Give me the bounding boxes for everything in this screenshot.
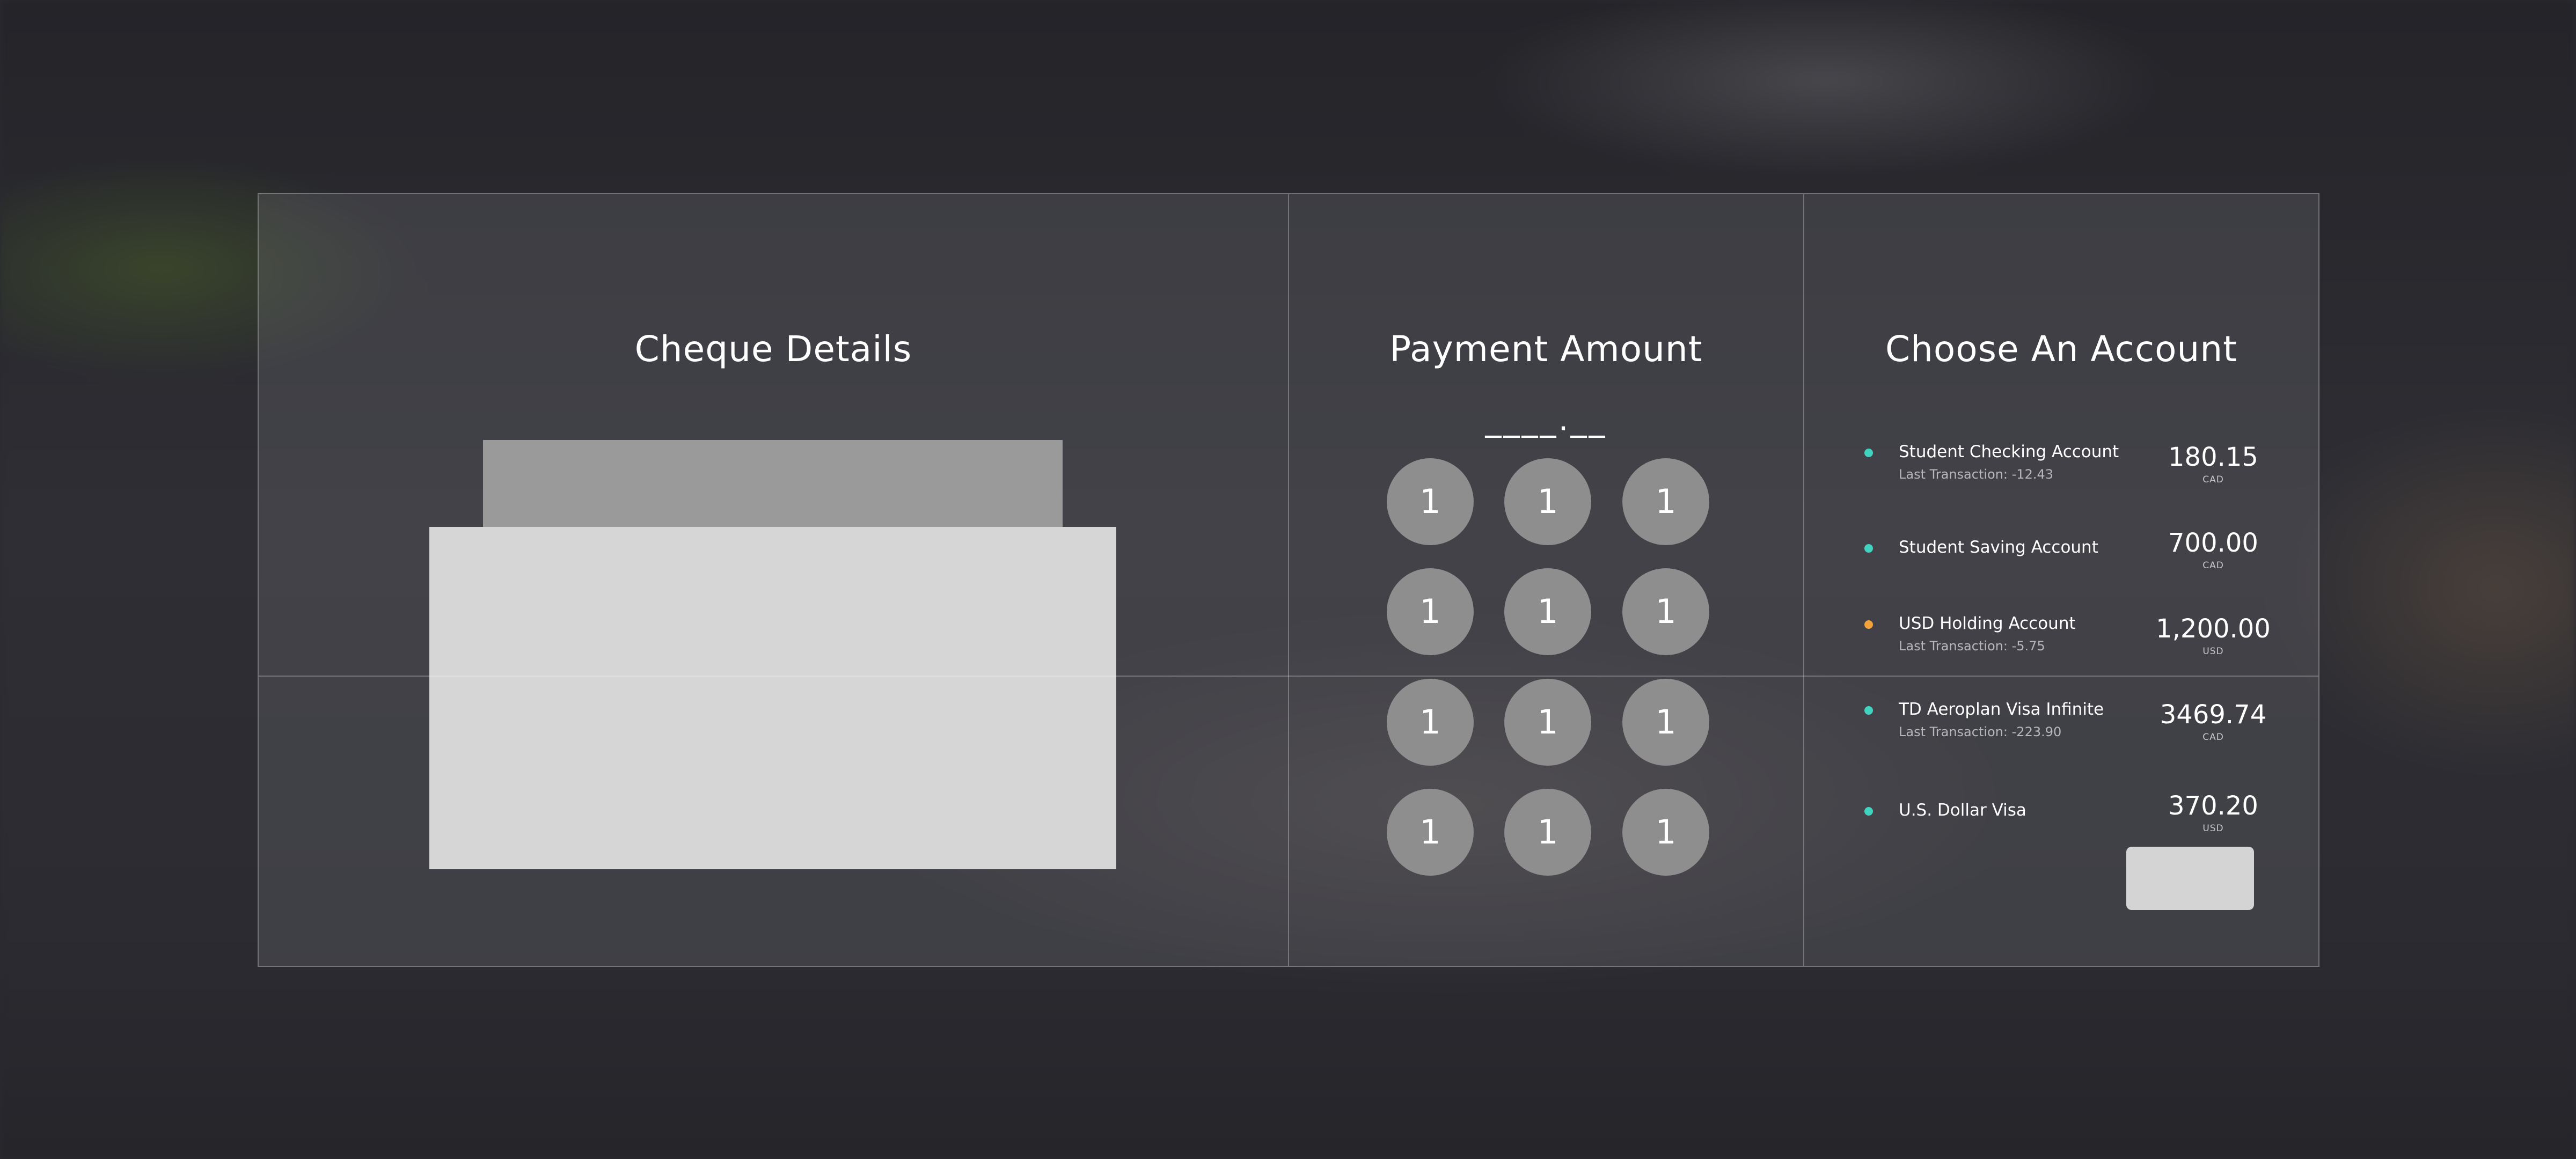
keypad-key[interactable]: 1 [1622, 458, 1709, 545]
account-name: USD Holding Account [1899, 614, 2076, 633]
account-name: Student Checking Account [1899, 442, 2119, 461]
account-balance: 3469.74 [2160, 700, 2267, 730]
account-name: TD Aeroplan Visa Infinite [1899, 700, 2104, 719]
keypad-key[interactable]: 1 [1504, 458, 1591, 545]
keypad-key[interactable]: 1 [1387, 789, 1474, 876]
account-balance: 180.15 [2168, 442, 2258, 472]
account-balance: 700.00 [2168, 528, 2258, 558]
keypad-key[interactable]: 1 [1622, 789, 1709, 876]
cheque-details-panel: Cheque Details [259, 194, 1288, 966]
horizontal-divider [259, 676, 2318, 677]
cheque-image-back [483, 440, 1063, 527]
status-dot-icon [1864, 620, 1873, 629]
account-currency: CAD [2202, 474, 2224, 485]
choose-account-title: Choose An Account [1885, 328, 2238, 370]
status-dot-icon [1864, 706, 1873, 715]
panel-divider [1288, 194, 1289, 966]
account-name: U.S. Dollar Visa [1899, 801, 2026, 820]
account-currency: CAD [2202, 732, 2224, 743]
account-currency: CAD [2202, 560, 2224, 571]
cheque-image-front[interactable] [429, 527, 1116, 869]
account-last-transaction: Last Transaction: -223.90 [1899, 724, 2062, 739]
status-dot-icon [1864, 544, 1873, 553]
account-name: Student Saving Account [1899, 538, 2098, 557]
account-currency: USD [2202, 823, 2224, 834]
keypad-key[interactable]: 1 [1504, 568, 1591, 655]
amount-display: ____.__ [1485, 401, 1607, 438]
keypad-key[interactable]: 1 [1387, 679, 1474, 766]
keypad-key[interactable]: 1 [1622, 679, 1709, 766]
account-item[interactable]: USD Holding Account Last Transaction: -5.… [1864, 614, 2283, 684]
payment-dialog: Cheque Details Payment Amount ____.__ 11… [258, 193, 2319, 967]
keypad-key[interactable]: 1 [1504, 789, 1591, 876]
account-balance: 370.20 [2168, 791, 2258, 821]
account-item[interactable]: Student Checking Account Last Transaction… [1864, 442, 2283, 512]
keypad-key[interactable]: 1 [1622, 568, 1709, 655]
panel-divider [1803, 194, 1804, 966]
account-balance: 1,200.00 [2156, 614, 2271, 644]
keypad-key[interactable]: 1 [1504, 679, 1591, 766]
keypad-key[interactable]: 1 [1387, 568, 1474, 655]
account-currency: USD [2202, 646, 2224, 657]
account-panel: Choose An Account Student Checking Accou… [1804, 194, 2318, 966]
account-last-transaction: Last Transaction: -5.75 [1899, 639, 2045, 654]
payment-amount-title: Payment Amount [1389, 328, 1703, 370]
keypad-key[interactable]: 1 [1387, 458, 1474, 545]
account-last-transaction: Last Transaction: -12.43 [1899, 467, 2053, 482]
account-item[interactable]: TD Aeroplan Visa Infinite Last Transactio… [1864, 700, 2283, 769]
status-dot-icon [1864, 449, 1873, 457]
payment-amount-panel: Payment Amount ____.__ 111111111111 [1289, 194, 1803, 966]
confirm-button[interactable] [2126, 847, 2254, 910]
status-dot-icon [1864, 807, 1873, 816]
account-item[interactable]: Student Saving Account 700.00 CAD [1864, 528, 2283, 598]
cheque-details-title: Cheque Details [634, 328, 912, 370]
